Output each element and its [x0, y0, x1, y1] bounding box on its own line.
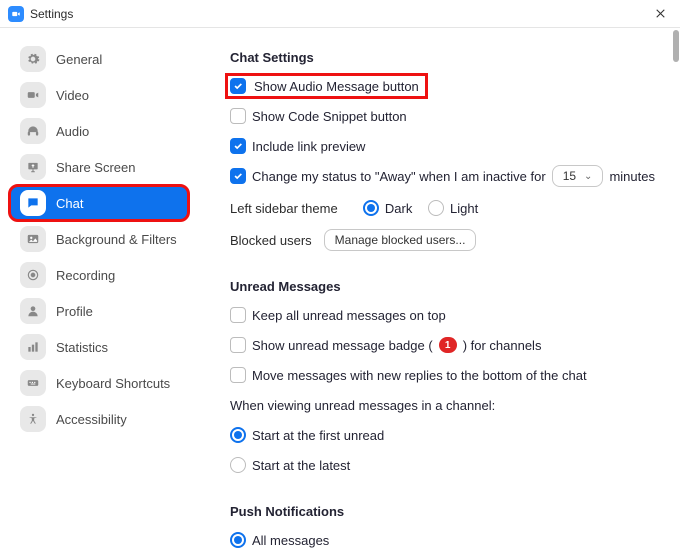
radio-push-all[interactable] — [230, 532, 246, 548]
label-start-latest: Start at the latest — [252, 458, 350, 473]
close-button[interactable] — [648, 2, 672, 26]
label-badge-post: ) for channels — [463, 338, 542, 353]
section-unread-messages: Unread Messages — [230, 279, 668, 294]
sidebar-item-label: Share Screen — [56, 160, 136, 175]
sidebar-item-label: Profile — [56, 304, 93, 319]
label-keep-unread-top: Keep all unread messages on top — [252, 308, 446, 323]
image-icon — [20, 226, 46, 252]
sidebar-item-bg[interactable]: Background & Filters — [10, 222, 188, 256]
label-push-all: All messages — [252, 533, 329, 548]
label-theme-light: Light — [450, 201, 478, 216]
sidebar-item-video[interactable]: Video — [10, 78, 188, 112]
section-push-notifications: Push Notifications — [230, 504, 668, 519]
sidebar-item-label: Background & Filters — [56, 232, 177, 247]
section-chat-settings: Chat Settings — [230, 50, 668, 65]
settings-sidebar: General Video Audio Share Screen Chat Backgro… — [0, 28, 198, 559]
sidebar-item-share[interactable]: Share Screen — [10, 150, 188, 184]
record-icon — [20, 262, 46, 288]
stats-icon — [20, 334, 46, 360]
label-away-pre: Change my status to "Away" when I am ina… — [252, 169, 546, 184]
radio-start-latest[interactable] — [230, 457, 246, 473]
sidebar-item-label: Audio — [56, 124, 89, 139]
sidebar-item-general[interactable]: General — [10, 42, 188, 76]
label-link-preview: Include link preview — [252, 139, 365, 154]
label-viewing-unread: When viewing unread messages in a channe… — [230, 398, 495, 413]
sidebar-item-profile[interactable]: Profile — [10, 294, 188, 328]
checkbox-move-bottom[interactable] — [230, 367, 246, 383]
sidebar-item-label: Accessibility — [56, 412, 127, 427]
label-away-post: minutes — [609, 169, 655, 184]
sidebar-item-label: Chat — [56, 196, 83, 211]
sidebar-item-audio[interactable]: Audio — [10, 114, 188, 148]
headphones-icon — [20, 118, 46, 144]
sidebar-item-rec[interactable]: Recording — [10, 258, 188, 292]
sidebar-item-label: Statistics — [56, 340, 108, 355]
label-theme-dark: Dark — [385, 201, 412, 216]
video-icon — [20, 82, 46, 108]
gear-icon — [20, 46, 46, 72]
unread-badge: 1 — [439, 337, 457, 353]
checkbox-keep-unread-top[interactable] — [230, 307, 246, 323]
accessibility-icon — [20, 406, 46, 432]
label-start-first-unread: Start at the first unread — [252, 428, 384, 443]
app-icon — [8, 6, 24, 22]
sidebar-item-chat[interactable]: Chat — [10, 186, 188, 220]
settings-main: Chat Settings Show Audio Message button … — [198, 28, 680, 559]
checkbox-audio-message[interactable] — [230, 78, 246, 94]
label-move-bottom: Move messages with new replies to the bo… — [252, 368, 587, 383]
checkbox-unread-badge[interactable] — [230, 337, 246, 353]
keyboard-icon — [20, 370, 46, 396]
sidebar-item-kbd[interactable]: Keyboard Shortcuts — [10, 366, 188, 400]
checkbox-link-preview[interactable] — [230, 138, 246, 154]
label-theme: Left sidebar theme — [230, 201, 338, 216]
sidebar-item-label: Video — [56, 88, 89, 103]
away-minutes-value: 15 — [563, 169, 576, 183]
scrollbar-track[interactable] — [672, 28, 680, 559]
share-icon — [20, 154, 46, 180]
radio-theme-dark[interactable] — [363, 200, 379, 216]
label-blocked-users: Blocked users — [230, 233, 312, 248]
scrollbar-thumb[interactable] — [673, 30, 679, 62]
sidebar-item-stats[interactable]: Statistics — [10, 330, 188, 364]
sidebar-item-label: Recording — [56, 268, 115, 283]
checkbox-away-status[interactable] — [230, 168, 246, 184]
label-audio-message: Show Audio Message button — [254, 79, 419, 94]
chat-icon — [20, 190, 46, 216]
user-icon — [20, 298, 46, 324]
sidebar-item-label: Keyboard Shortcuts — [56, 376, 170, 391]
checkbox-code-snippet[interactable] — [230, 108, 246, 124]
sidebar-item-label: General — [56, 52, 102, 67]
label-badge-pre: Show unread message badge ( — [252, 338, 433, 353]
sidebar-item-acc[interactable]: Accessibility — [10, 402, 188, 436]
label-code-snippet: Show Code Snippet button — [252, 109, 407, 124]
titlebar: Settings — [0, 0, 680, 28]
away-minutes-select[interactable]: 15 ⌄ — [552, 165, 604, 187]
chevron-down-icon: ⌄ — [584, 171, 592, 182]
window-title: Settings — [30, 7, 73, 21]
manage-blocked-users-button[interactable]: Manage blocked users... — [324, 229, 477, 251]
radio-theme-light[interactable] — [428, 200, 444, 216]
radio-start-first-unread[interactable] — [230, 427, 246, 443]
